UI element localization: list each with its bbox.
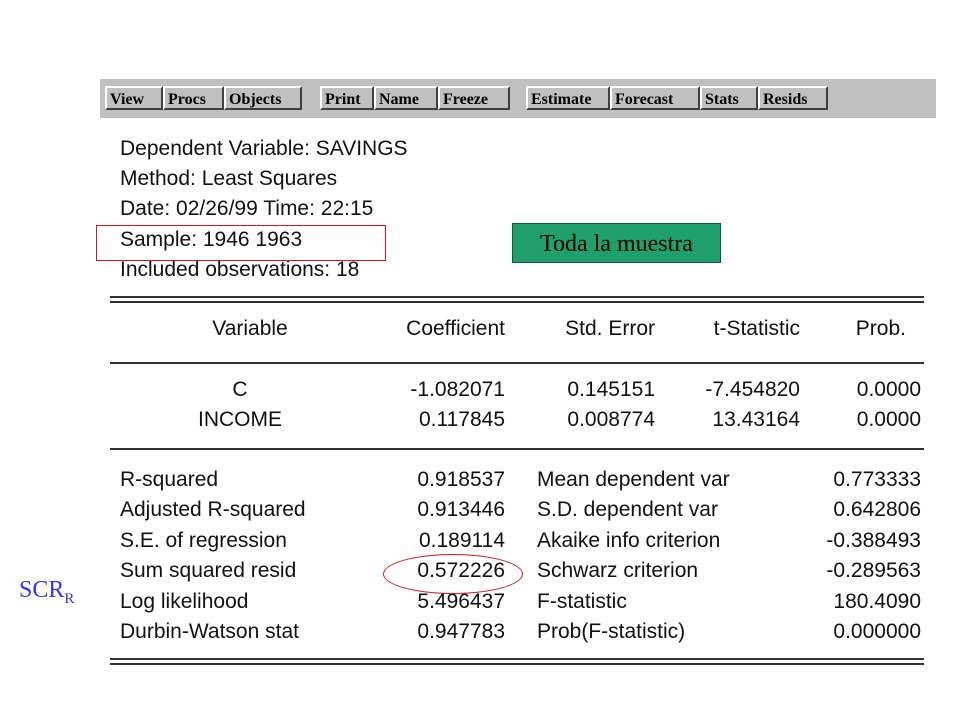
table-bottom-rule-1 (110, 658, 924, 660)
print-button[interactable]: Print (320, 86, 374, 110)
stat-label: Durbin-Watson stat (120, 620, 299, 643)
stat-value-right: 0.773333 (833, 468, 921, 491)
estimate-button[interactable]: Estimate (526, 86, 610, 110)
stat-value: 0.918537 (417, 468, 505, 491)
included-observations-line: Included observations: 18 (120, 258, 360, 281)
procs-button[interactable]: Procs (163, 86, 224, 110)
stat-label: S.E. of regression (120, 529, 287, 552)
stat-value-right: 0.000000 (833, 620, 921, 643)
table-top-rule-2 (110, 301, 924, 303)
stat-label-right: S.D. dependent var (537, 498, 718, 521)
row-std-error: 0.008774 (567, 408, 655, 431)
stats-button[interactable]: Stats (700, 86, 758, 110)
stat-value: 0.947783 (417, 620, 505, 643)
col-header-t-statistic: t-Statistic (713, 317, 800, 340)
row-prob: 0.0000 (856, 378, 921, 401)
name-button[interactable]: Name (374, 86, 438, 110)
table-top-rule-1 (110, 296, 924, 298)
col-header-prob: Prob. (855, 317, 906, 340)
view-button[interactable]: View (105, 86, 163, 110)
stat-value: 5.496437 (417, 590, 505, 613)
stat-value-right: 180.4090 (833, 590, 921, 613)
stat-label-right: Akaike info criterion (537, 529, 721, 552)
row-prob: 0.0000 (856, 408, 921, 431)
method-line: Method: Least Squares (120, 167, 338, 190)
scr-r-label: SCRR (19, 577, 74, 608)
stat-label-right: F-statistic (537, 590, 627, 613)
stat-label-right: Schwarz criterion (537, 559, 699, 582)
scr-label-subscript: R (64, 590, 75, 607)
stat-label: Adjusted R-squared (120, 498, 306, 521)
row-coefficient: -1.082071 (410, 378, 505, 401)
date-line: Date: 02/26/99 Time: 22:15 (120, 197, 374, 220)
scr-label-main: SCR (19, 577, 65, 603)
col-header-std-error: Std. Error (565, 317, 655, 340)
objects-button[interactable]: Objects (224, 86, 302, 110)
forecast-button[interactable]: Forecast (610, 86, 700, 110)
row-std-error: 0.145151 (567, 378, 655, 401)
stat-label-right: Prob(F-statistic) (537, 620, 686, 643)
row-variable: C (232, 378, 248, 401)
stat-value-right: -0.289563 (826, 559, 921, 582)
stat-label: Log likelihood (120, 590, 249, 613)
ssr-highlight-ellipse (383, 554, 523, 594)
row-coefficient: 0.117845 (418, 408, 505, 431)
toda-la-muestra-callout: Toda la muestra (512, 223, 721, 263)
stat-value-right: 0.642806 (833, 498, 921, 521)
stats-top-rule (110, 448, 924, 450)
col-header-coefficient: Coefficient (406, 317, 505, 340)
table-bottom-rule-2 (110, 663, 924, 665)
stat-value: 0.189114 (418, 529, 505, 552)
row-t-statistic: 13.43164 (712, 408, 800, 431)
stat-label: Sum squared resid (120, 559, 297, 582)
dependent-variable-line: Dependent Variable: SAVINGS (120, 137, 408, 160)
col-header-variable: Variable (212, 317, 288, 340)
row-t-statistic: -7.454820 (705, 378, 800, 401)
toolbar: View Procs Objects Print Name Freeze Est… (100, 79, 936, 118)
stat-label: R-squared (120, 468, 219, 491)
stat-value: 0.913446 (417, 498, 505, 521)
resids-button[interactable]: Resids (758, 86, 828, 110)
stat-label-right: Mean dependent var (537, 468, 730, 491)
table-header-rule (110, 362, 924, 364)
stat-value-right: -0.388493 (826, 529, 921, 552)
row-variable: INCOME (198, 408, 282, 431)
sample-highlight-box (96, 225, 386, 261)
freeze-button[interactable]: Freeze (438, 86, 510, 110)
